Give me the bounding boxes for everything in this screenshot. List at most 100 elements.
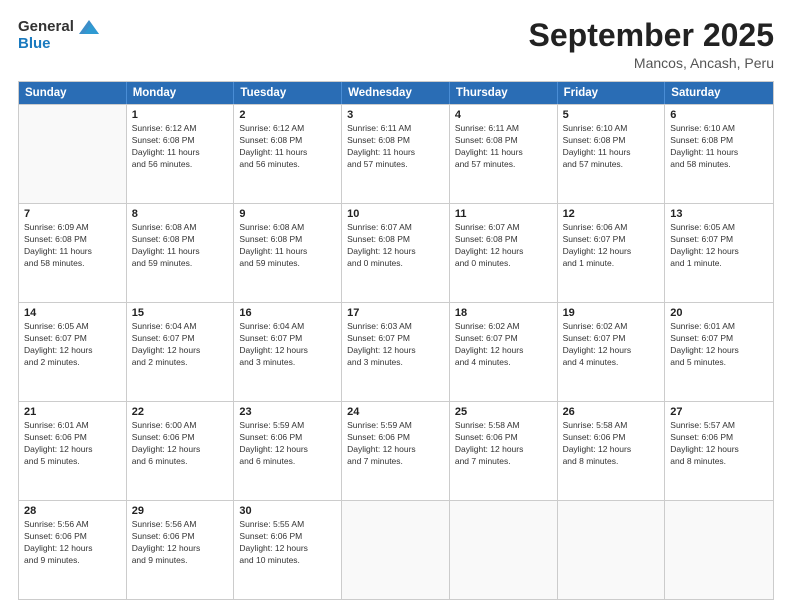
day-details: Sunrise: 5:56 AMSunset: 6:06 PMDaylight:… (24, 519, 121, 567)
day-details: Sunrise: 6:11 AMSunset: 6:08 PMDaylight:… (347, 123, 444, 171)
day-number: 28 (24, 505, 121, 517)
calendar: SundayMondayTuesdayWednesdayThursdayFrid… (18, 81, 774, 600)
title-block: September 2025 Mancos, Ancash, Peru (529, 18, 774, 71)
day-details: Sunrise: 6:00 AMSunset: 6:06 PMDaylight:… (132, 420, 229, 468)
day-details: Sunrise: 5:55 AMSunset: 6:06 PMDaylight:… (239, 519, 336, 567)
header: General Blue September 2025 Mancos, Anca… (18, 18, 774, 71)
day-of-week-wednesday: Wednesday (342, 82, 450, 104)
day-cell-30: 30 Sunrise: 5:55 AMSunset: 6:06 PMDayligh… (234, 501, 342, 599)
day-cell-5: 5 Sunrise: 6:10 AMSunset: 6:08 PMDaylight… (558, 105, 666, 203)
day-of-week-tuesday: Tuesday (234, 82, 342, 104)
day-number: 4 (455, 109, 552, 121)
day-details: Sunrise: 5:59 AMSunset: 6:06 PMDaylight:… (347, 420, 444, 468)
day-details: Sunrise: 6:04 AMSunset: 6:07 PMDaylight:… (132, 321, 229, 369)
empty-cell (450, 501, 558, 599)
calendar-row-4: 21Sunrise: 6:01 AMSunset: 6:06 PMDayligh… (19, 401, 773, 500)
day-number: 20 (670, 307, 768, 319)
day-cell-17: 17 Sunrise: 6:03 AMSunset: 6:07 PMDayligh… (342, 303, 450, 401)
day-number: 15 (132, 307, 229, 319)
day-details: Sunrise: 6:10 AMSunset: 6:08 PMDaylight:… (670, 123, 768, 171)
day-cell-29: 29 Sunrise: 5:56 AMSunset: 6:06 PMDayligh… (127, 501, 235, 599)
day-number: 2 (239, 109, 336, 121)
day-cell-23: 23Sunrise: 5:59 AMSunset: 6:06 PMDayligh… (234, 402, 342, 500)
day-number: 10 (347, 208, 444, 220)
day-number: 3 (347, 109, 444, 121)
day-details: Sunrise: 6:07 AMSunset: 6:08 PMDaylight:… (455, 222, 552, 270)
day-number: 1 (132, 109, 229, 121)
day-details: Sunrise: 6:05 AMSunset: 6:07 PMDaylight:… (670, 222, 768, 270)
logo: General Blue (18, 18, 99, 53)
day-number: 24 (347, 406, 444, 418)
day-number: 16 (239, 307, 336, 319)
calendar-row-1: 1 Sunrise: 6:12 AMSunset: 6:08 PMDaylight… (19, 104, 773, 203)
day-number: 25 (455, 406, 552, 418)
day-details: Sunrise: 6:09 AMSunset: 6:08 PMDaylight:… (24, 222, 121, 270)
day-number: 27 (670, 406, 768, 418)
day-number: 11 (455, 208, 552, 220)
day-details: Sunrise: 6:01 AMSunset: 6:07 PMDaylight:… (670, 321, 768, 369)
day-number: 5 (563, 109, 660, 121)
day-of-week-sunday: Sunday (19, 82, 127, 104)
day-number: 12 (563, 208, 660, 220)
day-of-week-monday: Monday (127, 82, 235, 104)
day-cell-16: 16 Sunrise: 6:04 AMSunset: 6:07 PMDayligh… (234, 303, 342, 401)
day-details: Sunrise: 6:04 AMSunset: 6:07 PMDaylight:… (239, 321, 336, 369)
day-cell-2: 2 Sunrise: 6:12 AMSunset: 6:08 PMDaylight… (234, 105, 342, 203)
day-details: Sunrise: 5:56 AMSunset: 6:06 PMDaylight:… (132, 519, 229, 567)
day-cell-25: 25 Sunrise: 5:58 AMSunset: 6:06 PMDayligh… (450, 402, 558, 500)
day-cell-22: 22 Sunrise: 6:00 AMSunset: 6:06 PMDayligh… (127, 402, 235, 500)
day-details: Sunrise: 6:02 AMSunset: 6:07 PMDaylight:… (563, 321, 660, 369)
calendar-header: SundayMondayTuesdayWednesdayThursdayFrid… (19, 82, 773, 104)
day-number: 29 (132, 505, 229, 517)
day-number: 8 (132, 208, 229, 220)
day-number: 23 (239, 406, 336, 418)
day-cell-12: 12 Sunrise: 6:06 AMSunset: 6:07 PMDayligh… (558, 204, 666, 302)
day-details: Sunrise: 6:11 AMSunset: 6:08 PMDaylight:… (455, 123, 552, 171)
day-cell-9: 9Sunrise: 6:08 AMSunset: 6:08 PMDaylight… (234, 204, 342, 302)
day-cell-18: 18Sunrise: 6:02 AMSunset: 6:07 PMDayligh… (450, 303, 558, 401)
day-cell-8: 8 Sunrise: 6:08 AMSunset: 6:08 PMDaylight… (127, 204, 235, 302)
day-cell-19: 19 Sunrise: 6:02 AMSunset: 6:07 PMDayligh… (558, 303, 666, 401)
day-details: Sunrise: 6:12 AMSunset: 6:08 PMDaylight:… (239, 123, 336, 171)
day-cell-1: 1 Sunrise: 6:12 AMSunset: 6:08 PMDaylight… (127, 105, 235, 203)
day-details: Sunrise: 6:05 AMSunset: 6:07 PMDaylight:… (24, 321, 121, 369)
empty-cell (558, 501, 666, 599)
day-cell-11: 11 Sunrise: 6:07 AMSunset: 6:08 PMDayligh… (450, 204, 558, 302)
day-number: 13 (670, 208, 768, 220)
day-cell-28: 28 Sunrise: 5:56 AMSunset: 6:06 PMDayligh… (19, 501, 127, 599)
calendar-row-2: 7 Sunrise: 6:09 AMSunset: 6:08 PMDaylight… (19, 203, 773, 302)
day-details: Sunrise: 6:06 AMSunset: 6:07 PMDaylight:… (563, 222, 660, 270)
day-number: 6 (670, 109, 768, 121)
day-cell-4: 4 Sunrise: 6:11 AMSunset: 6:08 PMDaylight… (450, 105, 558, 203)
day-number: 30 (239, 505, 336, 517)
day-details: Sunrise: 5:57 AMSunset: 6:06 PMDaylight:… (670, 420, 768, 468)
day-cell-7: 7 Sunrise: 6:09 AMSunset: 6:08 PMDaylight… (19, 204, 127, 302)
day-number: 21 (24, 406, 121, 418)
day-cell-27: 27 Sunrise: 5:57 AMSunset: 6:06 PMDayligh… (665, 402, 773, 500)
empty-cell (665, 501, 773, 599)
day-details: Sunrise: 6:12 AMSunset: 6:08 PMDaylight:… (132, 123, 229, 171)
day-cell-13: 13 Sunrise: 6:05 AMSunset: 6:07 PMDayligh… (665, 204, 773, 302)
day-details: Sunrise: 5:58 AMSunset: 6:06 PMDaylight:… (563, 420, 660, 468)
month-title: September 2025 (529, 18, 774, 53)
day-number: 22 (132, 406, 229, 418)
day-details: Sunrise: 6:08 AMSunset: 6:08 PMDaylight:… (132, 222, 229, 270)
day-cell-20: 20 Sunrise: 6:01 AMSunset: 6:07 PMDayligh… (665, 303, 773, 401)
day-cell-21: 21Sunrise: 6:01 AMSunset: 6:06 PMDayligh… (19, 402, 127, 500)
day-details: Sunrise: 5:58 AMSunset: 6:06 PMDaylight:… (455, 420, 552, 468)
day-cell-15: 15 Sunrise: 6:04 AMSunset: 6:07 PMDayligh… (127, 303, 235, 401)
day-number: 17 (347, 307, 444, 319)
location: Mancos, Ancash, Peru (529, 55, 774, 71)
day-number: 26 (563, 406, 660, 418)
calendar-row-3: 14Sunrise: 6:05 AMSunset: 6:07 PMDayligh… (19, 302, 773, 401)
day-details: Sunrise: 6:10 AMSunset: 6:08 PMDaylight:… (563, 123, 660, 171)
calendar-row-5: 28 Sunrise: 5:56 AMSunset: 6:06 PMDayligh… (19, 500, 773, 599)
day-cell-24: 24 Sunrise: 5:59 AMSunset: 6:06 PMDayligh… (342, 402, 450, 500)
day-cell-6: 6 Sunrise: 6:10 AMSunset: 6:08 PMDaylight… (665, 105, 773, 203)
day-number: 19 (563, 307, 660, 319)
day-cell-10: 10Sunrise: 6:07 AMSunset: 6:08 PMDayligh… (342, 204, 450, 302)
day-number: 7 (24, 208, 121, 220)
calendar-body: 1 Sunrise: 6:12 AMSunset: 6:08 PMDaylight… (19, 104, 773, 599)
day-details: Sunrise: 6:03 AMSunset: 6:07 PMDaylight:… (347, 321, 444, 369)
day-number: 18 (455, 307, 552, 319)
